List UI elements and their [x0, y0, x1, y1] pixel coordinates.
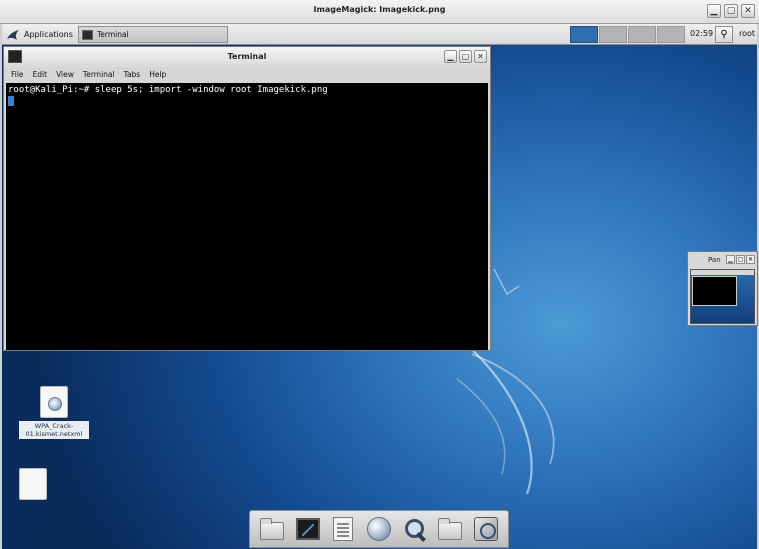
- text-editor-icon: [333, 517, 354, 541]
- minimize-button[interactable]: ▁: [444, 50, 457, 63]
- menu-terminal[interactable]: Terminal: [83, 68, 115, 82]
- terminal-titlebar[interactable]: Terminal ▁ ▢ ✕: [4, 47, 490, 67]
- maximize-button[interactable]: ▢: [724, 4, 738, 18]
- maximize-button[interactable]: ▢: [459, 50, 472, 63]
- pan-thumbnail-panel: [691, 270, 754, 275]
- imagemagick-icon: [474, 517, 499, 541]
- applications-menu-button[interactable]: Applications: [6, 26, 73, 43]
- menu-help[interactable]: Help: [149, 68, 166, 82]
- dock-imagemagick[interactable]: [472, 515, 500, 543]
- folder-icon: [438, 518, 463, 540]
- top-panel: Applications Terminal 02:59 ⚲ root: [2, 24, 757, 45]
- dock-home-folder[interactable]: [436, 515, 464, 543]
- blank-file-icon: [19, 468, 47, 500]
- desktop-icon-label: WPA_Crack-01.kismet.netxml: [19, 421, 89, 439]
- minimize-button[interactable]: ▁: [726, 255, 735, 264]
- imagemagick-titlebar[interactable]: ImageMagick: Imagekick.png ▁ ▢ ✕: [0, 0, 759, 24]
- search-icon: [403, 517, 427, 541]
- panel-clock[interactable]: 02:59: [690, 29, 713, 38]
- terminal-menubar: File Edit View Terminal Tabs Help: [4, 68, 490, 82]
- panel-user-menu[interactable]: root: [739, 29, 755, 38]
- pan-thumbnail[interactable]: [690, 269, 755, 324]
- workspace-4[interactable]: [657, 26, 685, 43]
- workspace-3[interactable]: [628, 26, 656, 43]
- dock-search[interactable]: [401, 515, 429, 543]
- desktop-icon-wpa-crack[interactable]: WPA_Crack-01.kismet.netxml: [19, 386, 89, 439]
- imagemagick-window-controls: ▁ ▢ ✕: [707, 4, 755, 18]
- terminal-icon: [82, 29, 93, 40]
- menu-view[interactable]: View: [56, 68, 74, 82]
- close-button[interactable]: ✕: [741, 4, 755, 18]
- dock-file-manager[interactable]: [258, 515, 286, 543]
- maximize-button[interactable]: ▢: [736, 255, 745, 264]
- close-button[interactable]: ✕: [474, 50, 487, 63]
- close-button[interactable]: ✕: [746, 255, 755, 264]
- kali-dragon-icon: [7, 29, 19, 40]
- desktop-icon-blank-file[interactable]: [19, 468, 47, 500]
- minimize-button[interactable]: ▁: [707, 4, 721, 18]
- terminal-screen[interactable]: root@Kali_Pi:~# sleep 5s; import -window…: [6, 83, 488, 350]
- pan-window-title: Pan: [708, 256, 721, 264]
- menu-tabs[interactable]: Tabs: [124, 68, 141, 82]
- menu-edit[interactable]: Edit: [33, 68, 48, 82]
- pan-window-controls: ▁ ▢ ✕: [726, 255, 755, 264]
- folder-icon: [259, 518, 284, 540]
- terminal-icon: [295, 518, 320, 540]
- terminal-cursor: [8, 96, 14, 106]
- dock-terminal[interactable]: [294, 515, 322, 543]
- taskbar-terminal-label: Terminal: [97, 30, 129, 39]
- taskbar-terminal-button[interactable]: Terminal: [78, 26, 228, 43]
- network-file-icon: [40, 386, 68, 418]
- menu-file[interactable]: File: [11, 68, 24, 82]
- terminal-window-controls: ▁ ▢ ✕: [444, 50, 487, 63]
- pan-thumbnail-terminal: [692, 276, 737, 306]
- pan-window: Pan ▁ ▢ ✕: [687, 251, 758, 326]
- workspace-switcher: [570, 26, 685, 43]
- imagemagick-window-title: ImageMagick: Imagekick.png: [313, 5, 446, 14]
- workspace-1[interactable]: [570, 26, 598, 43]
- applications-label: Applications: [24, 30, 73, 39]
- search-icon[interactable]: ⚲: [715, 26, 733, 43]
- bottom-dock: [249, 510, 509, 548]
- terminal-window-title: Terminal: [227, 52, 267, 61]
- dock-text-editor[interactable]: [329, 515, 357, 543]
- dock-web-browser[interactable]: [365, 515, 393, 543]
- workspace-2[interactable]: [599, 26, 627, 43]
- terminal-window: Terminal ▁ ▢ ✕ File Edit View Terminal T…: [3, 46, 491, 351]
- terminal-command-line: root@Kali_Pi:~# sleep 5s; import -window…: [8, 85, 328, 95]
- web-browser-icon: [366, 517, 391, 541]
